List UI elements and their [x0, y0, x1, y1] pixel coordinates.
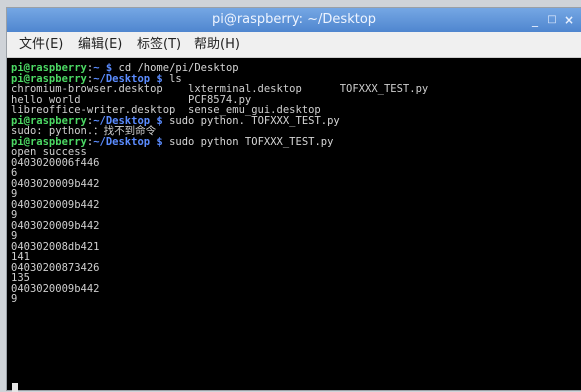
output-line: 6	[11, 167, 18, 179]
prompt-command: sudo python TOFXXX_TEST.py	[162, 135, 334, 148]
output-line: 9	[11, 293, 18, 305]
terminal-output[interactable]: pi@raspberry:~ $ cd /home/pi/Desktop pi@r…	[11, 61, 577, 392]
menu-edit[interactable]: 编辑(E)	[78, 32, 122, 57]
menu-help[interactable]: 帮助(H)	[194, 32, 240, 57]
output-line: 9	[11, 230, 18, 242]
output-line: chromium-browser.desktop lxterminal.desk…	[11, 83, 429, 95]
maximize-icon[interactable]: □	[544, 11, 560, 29]
prompt-path: ~/Desktop	[93, 135, 151, 148]
window-title: pi@raspberry: ~/Desktop	[211, 12, 377, 27]
output-line: 141	[11, 251, 30, 263]
minimize-icon[interactable]: _	[527, 11, 543, 29]
output-line: open success	[11, 146, 87, 158]
menu-file[interactable]: 文件(E)	[19, 32, 63, 57]
terminal-window: pi@raspberry: ~/Desktop _ □ × 文件(E) 编辑(E…	[7, 8, 581, 392]
output-line: 0403020009b442	[11, 219, 100, 232]
prompt-command: sudo python. TOFXXX_TEST.py	[162, 114, 340, 127]
output-line: 0403020009b442	[11, 198, 100, 211]
title-bar[interactable]: pi@raspberry: ~/Desktop _ □ ×	[7, 8, 581, 32]
output-line: 0403020009b442	[11, 282, 100, 295]
output-line: 135	[11, 272, 30, 284]
output-line: 9	[11, 188, 18, 200]
output-line: 9	[11, 209, 18, 221]
menu-bar: 文件(E) 编辑(E) 标签(T) 帮助(H)	[7, 32, 581, 58]
output-line: 0403020009b442	[11, 177, 100, 190]
output-line: 0403020006f446	[11, 156, 100, 169]
text-cursor	[12, 383, 18, 392]
menu-tabs[interactable]: 标签(T)	[137, 32, 181, 57]
close-icon[interactable]: ×	[561, 11, 577, 29]
